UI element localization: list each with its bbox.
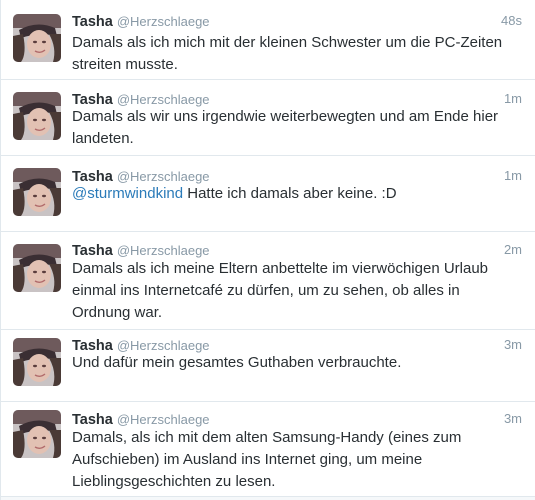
mention-link[interactable]: @sturmwindkind: [72, 185, 183, 202]
user-name[interactable]: Tasha: [72, 243, 113, 259]
user-handle[interactable]: @Herzschlaege: [117, 169, 210, 184]
avatar-photo-icon: [13, 92, 61, 140]
avatar[interactable]: [13, 410, 61, 458]
tweet-text-body: Damals, als ich mit dem alten Samsung-Ha…: [72, 429, 462, 490]
avatar-photo-icon: [13, 244, 61, 292]
tweet-timestamp[interactable]: 48s: [501, 12, 522, 30]
tweet[interactable]: Tasha @Herzschlaege 48s Damals als ich mi…: [1, 0, 535, 80]
tweet-text-body: Damals als ich meine Eltern anbettelte i…: [72, 260, 489, 321]
tweet-header: Tasha @Herzschlaege 3m: [72, 410, 522, 428]
user-handle[interactable]: @Herzschlaege: [117, 92, 210, 107]
tweet-timestamp[interactable]: 2m: [504, 241, 522, 259]
user-handle[interactable]: @Herzschlaege: [117, 412, 210, 427]
avatar[interactable]: [13, 14, 61, 62]
tweet-text-body: Damals als wir uns irgendwie weiterbeweg…: [72, 108, 499, 147]
tweet-text: Und dafür mein gesamtes Guthaben verbrau…: [72, 352, 512, 374]
tweet[interactable]: Tasha @Herzschlaege 1m @sturmwindkind Hat…: [1, 156, 535, 232]
tweet-text: Damals als ich meine Eltern anbettelte i…: [72, 258, 512, 324]
tweet-text-body: Hatte ich damals aber keine. :D: [183, 185, 397, 202]
avatar[interactable]: [13, 168, 61, 216]
avatar-photo-icon: [13, 410, 61, 458]
tweet-header: Tasha @Herzschlaege 48s: [72, 12, 522, 30]
tweet-text: @sturmwindkind Hatte ich damals aber kei…: [72, 183, 512, 205]
avatar-photo-icon: [13, 338, 61, 386]
avatar[interactable]: [13, 244, 61, 292]
user-handle[interactable]: @Herzschlaege: [117, 243, 210, 258]
tweet-timestamp[interactable]: 3m: [504, 410, 522, 428]
tweet-text: Damals als wir uns irgendwie weiterbeweg…: [72, 106, 512, 150]
tweet-text-body: Damals als ich mich mit der kleinen Schw…: [72, 34, 503, 73]
user-handle[interactable]: @Herzschlaege: [117, 338, 210, 353]
user-name[interactable]: Tasha: [72, 412, 113, 428]
user-name[interactable]: Tasha: [72, 14, 113, 30]
tweet-header: Tasha @Herzschlaege 2m: [72, 241, 522, 259]
user-handle[interactable]: @Herzschlaege: [117, 14, 210, 29]
tweet-text-body: Und dafür mein gesamtes Guthaben verbrau…: [72, 354, 402, 371]
tweet-timeline: Tasha @Herzschlaege 48s Damals als ich mi…: [0, 0, 535, 500]
avatar[interactable]: [13, 92, 61, 140]
tweet[interactable]: Tasha @Herzschlaege 3m Und dafür mein ges…: [1, 330, 535, 402]
tweet[interactable]: Tasha @Herzschlaege 1m Damals als wir uns…: [1, 80, 535, 156]
tweet-text: Damals als ich mich mit der kleinen Schw…: [72, 32, 512, 76]
avatar[interactable]: [13, 338, 61, 386]
tweet[interactable]: Tasha @Herzschlaege 2m Damals als ich mei…: [1, 232, 535, 330]
avatar-photo-icon: [13, 168, 61, 216]
tweet-text: Damals, als ich mit dem alten Samsung-Ha…: [72, 427, 512, 493]
avatar-photo-icon: [13, 14, 61, 62]
tweet[interactable]: Tasha @Herzschlaege 3m Damals, als ich mi…: [1, 402, 535, 497]
